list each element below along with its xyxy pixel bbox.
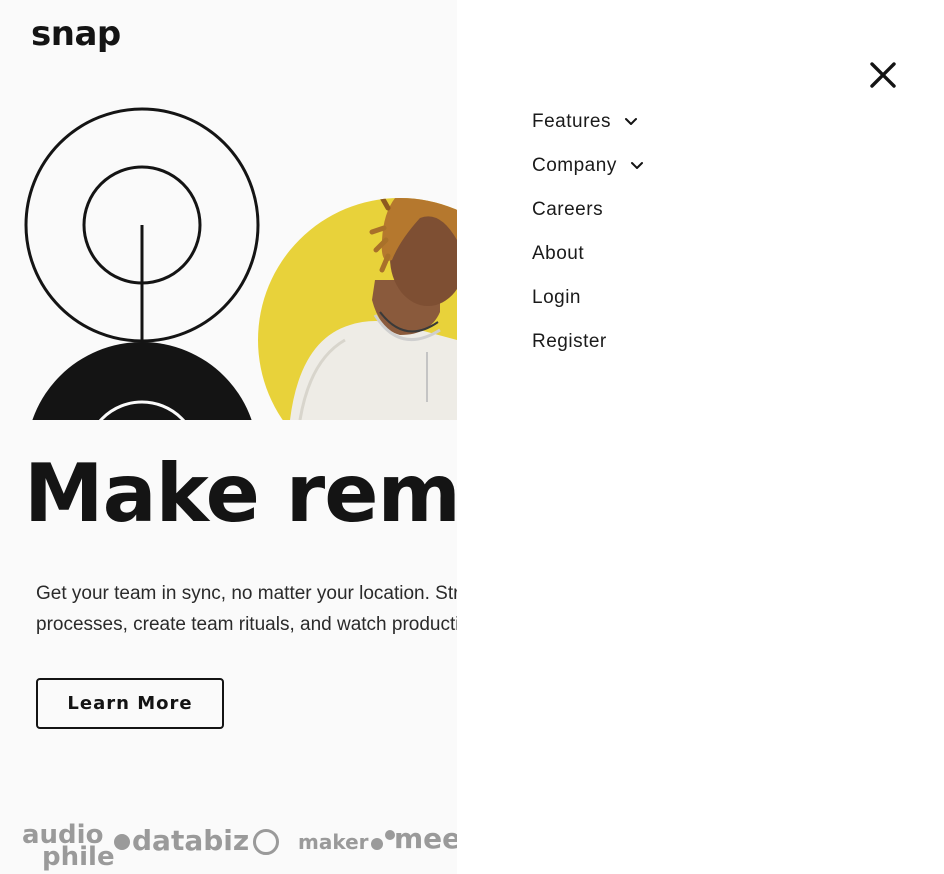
databiz-mark-icon xyxy=(114,834,130,850)
nav-item-features[interactable]: Features xyxy=(532,100,645,144)
maker-dots-icon xyxy=(370,837,383,850)
client-logo-databiz: databiz xyxy=(114,824,280,857)
brand-logo[interactable]: snap xyxy=(31,14,121,54)
nav-menu: Features Company Careers About Login Reg… xyxy=(532,100,645,364)
page: snap Make remote work Get your team in s… xyxy=(0,0,944,874)
close-icon xyxy=(870,62,896,88)
databiz-swirl-icon xyxy=(253,829,280,855)
chevron-down-icon xyxy=(630,162,643,169)
nav-item-register[interactable]: Register xyxy=(532,320,645,364)
nav-item-label: About xyxy=(532,243,585,264)
databiz-text: databiz xyxy=(132,824,250,857)
maker-text: maker xyxy=(298,830,369,854)
nav-item-login[interactable]: Login xyxy=(532,276,645,320)
client-logo-maker: maker xyxy=(298,830,395,854)
nav-item-label: Company xyxy=(532,155,617,176)
learn-more-button[interactable]: Learn More xyxy=(36,678,224,729)
nav-item-label: Login xyxy=(532,287,581,308)
nav-item-label: Features xyxy=(532,111,611,132)
nav-item-careers[interactable]: Careers xyxy=(532,188,645,232)
nav-item-company[interactable]: Company xyxy=(532,144,645,188)
nav-item-label: Register xyxy=(532,331,607,352)
chevron-down-icon xyxy=(624,118,637,125)
close-menu-button[interactable] xyxy=(868,60,898,90)
hero-illustration xyxy=(0,90,457,420)
nav-item-about[interactable]: About xyxy=(532,232,645,276)
hero-image xyxy=(24,107,457,420)
mobile-nav-drawer: Features Company Careers About Login Reg… xyxy=(457,0,944,874)
client-logos: audio phile databiz maker meet xyxy=(22,820,475,874)
black-disc-shape xyxy=(32,342,252,420)
client-logo-audiophile: audio phile xyxy=(22,822,122,870)
nav-item-label: Careers xyxy=(532,199,604,220)
